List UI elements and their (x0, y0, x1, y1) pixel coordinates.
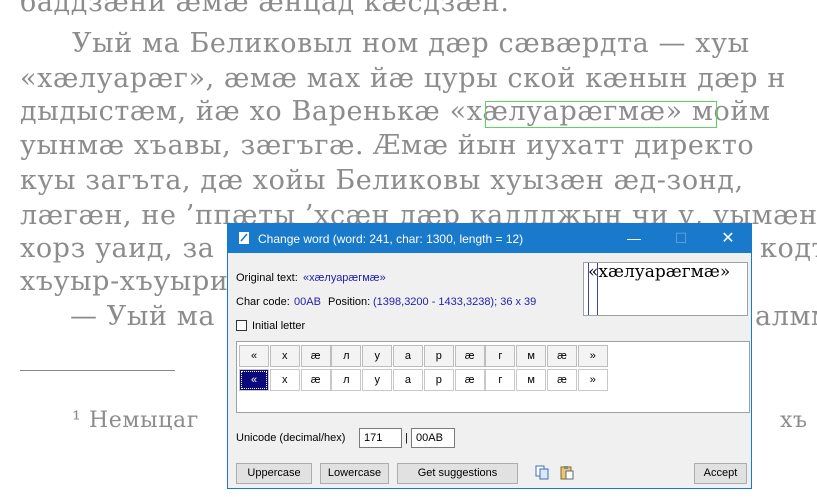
position-label: Position: (328, 296, 371, 308)
page-text-line: хъуыр-хъуыри (20, 266, 229, 297)
char-cell[interactable]: » (577, 345, 608, 367)
lowercase-button[interactable]: Lowercase (320, 463, 389, 484)
char-boundary-right (597, 263, 598, 315)
uppercase-button[interactable]: Uppercase (236, 463, 312, 484)
minimize-button[interactable]: — (611, 224, 657, 253)
page-text-line: — Уый ма (70, 301, 216, 332)
char-cell[interactable]: а (392, 345, 423, 367)
maximize-button[interactable]: ☐ (658, 224, 704, 253)
accept-button[interactable]: Accept (694, 463, 747, 484)
edited-chars-row: « х æ л у а р æ г м æ » (239, 369, 609, 391)
char-cell[interactable]: æ (300, 369, 331, 391)
page-text-fragment: кодт (760, 233, 817, 264)
page-text-line: хорз уаид, за (20, 233, 215, 264)
char-cell[interactable]: у (362, 369, 393, 391)
char-cell[interactable]: м (516, 369, 547, 391)
char-cell-selected[interactable]: « (239, 369, 269, 391)
footnote-line: ¹ Немыцаг (72, 408, 199, 433)
current-word-highlight (485, 101, 717, 128)
char-cell[interactable]: а (392, 369, 423, 391)
paste-icon[interactable] (560, 465, 574, 480)
original-text-value: «хæлуарæгмæ» (303, 272, 386, 284)
char-code-value: 00AB (294, 296, 321, 308)
char-cell[interactable]: х (269, 345, 300, 367)
char-cell[interactable]: х (269, 369, 300, 391)
page-text-line: куы загъта, дæ хойы Беликовы хуызæн æд-з… (20, 165, 744, 196)
close-button[interactable]: ✕ (705, 224, 751, 253)
char-cell[interactable]: æ (454, 369, 485, 391)
app-icon (239, 232, 249, 244)
unicode-decimal-input[interactable]: 171 (359, 428, 402, 448)
unicode-label: Unicode (decimal/hex) (236, 432, 346, 444)
page-text-line: Уый ма Беликовыл ном дæр сæвæрдта — хуы (72, 28, 750, 59)
char-preview: «хæлуарæгмæ» (583, 262, 748, 316)
unicode-hex-input[interactable]: 00AB (411, 428, 455, 448)
initial-letter-label[interactable]: Initial letter (252, 320, 305, 332)
char-cell[interactable]: æ (546, 369, 577, 391)
page-text-line: уынмæ хъавы, зæгъгæ. Æмæ йын иухатт дире… (20, 130, 755, 161)
char-cell[interactable]: у (362, 345, 393, 367)
char-cell[interactable]: р (423, 369, 454, 391)
page-text-line: баддзæни æмæ æнцад кæсдзæн. (20, 0, 510, 18)
footnote-separator (20, 370, 175, 371)
dialog-title: Change word (word: 241, char: 1300, leng… (258, 232, 524, 246)
char-cell[interactable]: р (423, 345, 454, 367)
char-code-label: Char code: (236, 296, 290, 308)
char-cell[interactable]: æ (546, 345, 577, 367)
page-text-fragment: хъ (780, 408, 808, 433)
change-word-dialog: Change word (word: 241, char: 1300, leng… (227, 223, 752, 489)
original-chars-row: « х æ л у а р æ г м æ » (239, 345, 609, 367)
dialog-titlebar[interactable]: Change word (word: 241, char: 1300, leng… (228, 224, 751, 253)
page-text-line: «хæлуарæг», æмæ мах йæ цуры ской кæнын д… (20, 63, 786, 94)
initial-letter-checkbox[interactable] (236, 320, 247, 331)
char-cell[interactable]: м (516, 345, 547, 367)
character-grid: « х æ л у а р æ г м æ » « х æ л у а р æ … (236, 341, 750, 413)
char-cell[interactable]: г (485, 345, 516, 367)
unicode-separator: | (405, 432, 408, 444)
char-cell[interactable]: æ (454, 345, 485, 367)
original-text-label: Original text: (236, 272, 298, 284)
copy-icon[interactable] (535, 465, 549, 480)
char-cell[interactable]: л (331, 345, 362, 367)
char-cell[interactable]: « (239, 345, 269, 367)
char-cell[interactable]: л (331, 369, 362, 391)
preview-text: «хæлуарæгмæ» (588, 262, 731, 282)
position-value: (1398,3200 - 1433,3238); 36 x 39 (373, 296, 537, 308)
char-cell[interactable]: æ (300, 345, 331, 367)
char-boundary-left (588, 263, 589, 315)
char-cell[interactable]: » (577, 369, 608, 391)
char-cell[interactable]: г (485, 369, 516, 391)
page-text-fragment: алмм (755, 301, 817, 332)
get-suggestions-button[interactable]: Get suggestions (397, 463, 518, 484)
